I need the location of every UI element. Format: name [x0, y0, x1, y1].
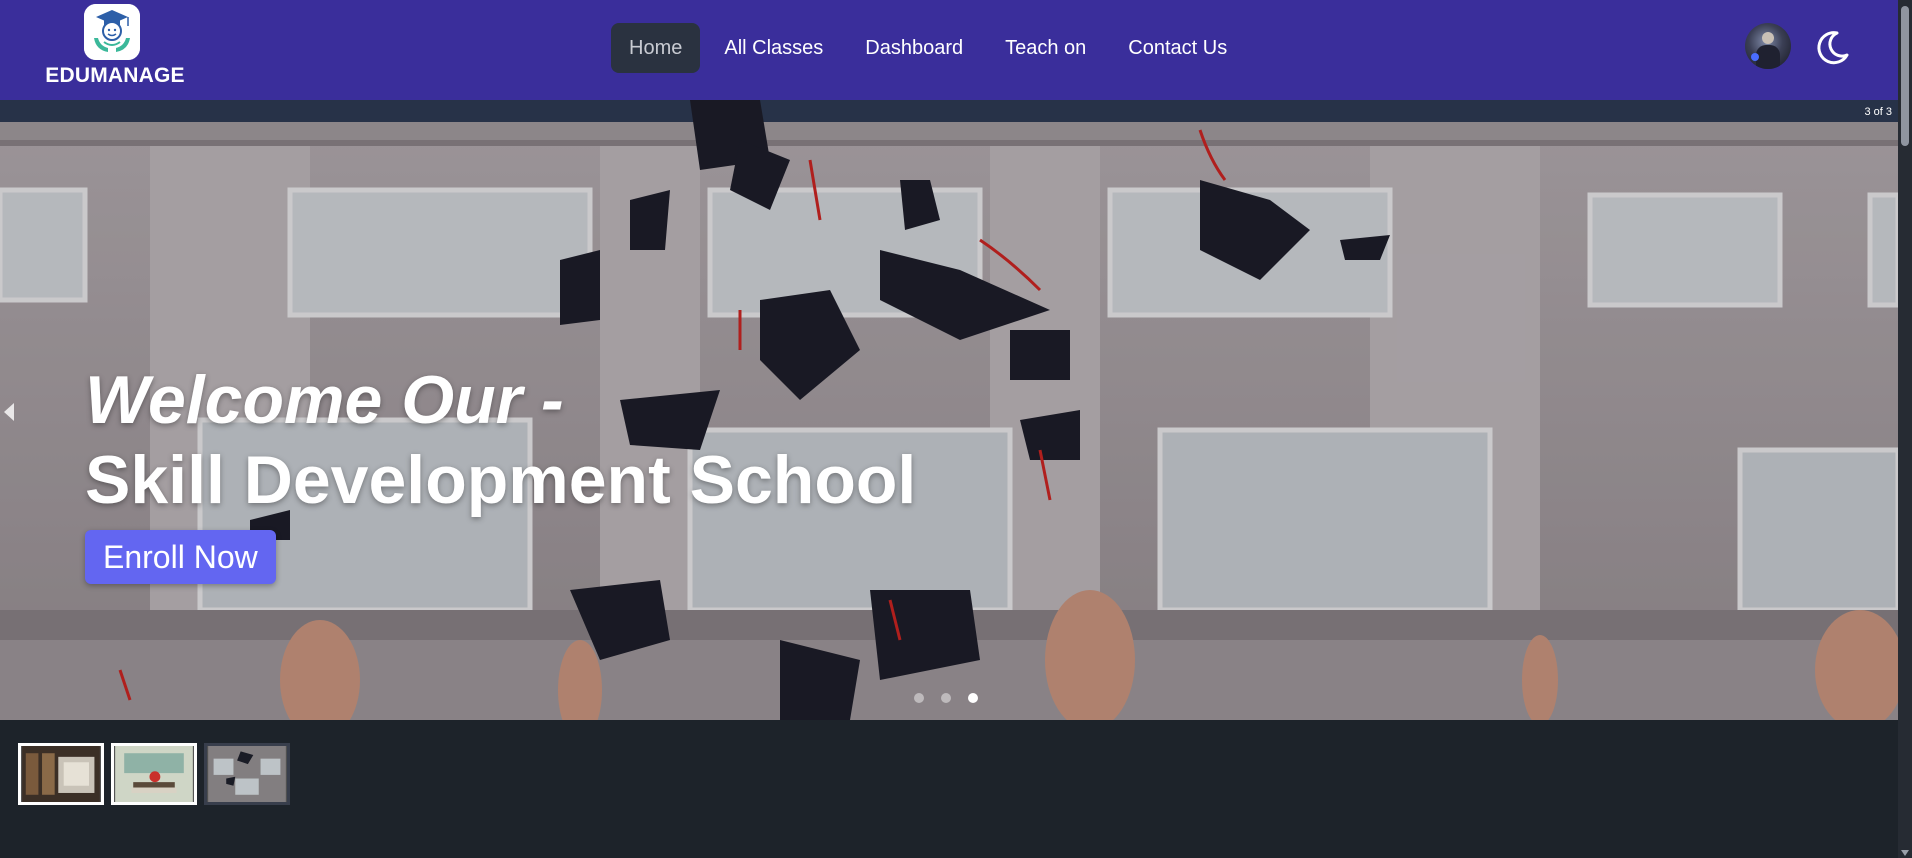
slide-counter: 3 of 3 [1864, 106, 1892, 118]
page-scrollbar[interactable] [1898, 0, 1912, 858]
carousel-dot-3[interactable] [968, 693, 978, 703]
prev-slide-arrow-icon[interactable] [4, 403, 14, 421]
hero-heading-line1: Welcome Our - [85, 362, 564, 438]
avatar-light [1751, 53, 1759, 61]
avatar-body [1756, 45, 1780, 69]
nav-dashboard[interactable]: Dashboard [847, 23, 981, 73]
hero-heading: Welcome Our - Skill Development School [85, 360, 916, 520]
enroll-now-button[interactable]: Enroll Now [85, 530, 276, 584]
hero-carousel: 3 of 3 Welcome Our - Skill Development S… [0, 100, 1898, 720]
carousel-dot-1[interactable] [914, 693, 924, 703]
avatar-head [1762, 32, 1774, 44]
scroll-down-arrow-icon[interactable] [1901, 850, 1909, 856]
books-apple-thumbnail[interactable] [111, 743, 197, 805]
brand-name: EDUMANAGE [45, 64, 185, 87]
graduation-caps-thumbnail[interactable] [204, 743, 290, 805]
user-avatar[interactable] [1745, 23, 1791, 69]
nav-contact-us[interactable]: Contact Us [1110, 23, 1245, 73]
library-thumbnail[interactable] [18, 743, 104, 805]
theme-toggle-button[interactable] [1810, 27, 1852, 69]
carousel-dots [914, 693, 978, 703]
navbar: EDUMANAGE Home All Classes Dashboard Tea… [0, 0, 1898, 100]
scrollbar-thumb[interactable] [1901, 6, 1909, 146]
nav-all-classes[interactable]: All Classes [706, 23, 841, 73]
carousel-dot-2[interactable] [941, 693, 951, 703]
main-nav: Home All Classes Dashboard Teach on Cont… [611, 23, 1245, 73]
nav-teach-on[interactable]: Teach on [987, 23, 1104, 73]
nav-home[interactable]: Home [611, 23, 701, 73]
brand[interactable]: EDUMANAGE [40, 3, 190, 89]
graduate-logo-icon [84, 4, 140, 60]
thumbnail-strip [18, 743, 290, 805]
moon-icon [1817, 31, 1849, 65]
hero-heading-line2: Skill Development School [85, 442, 917, 518]
